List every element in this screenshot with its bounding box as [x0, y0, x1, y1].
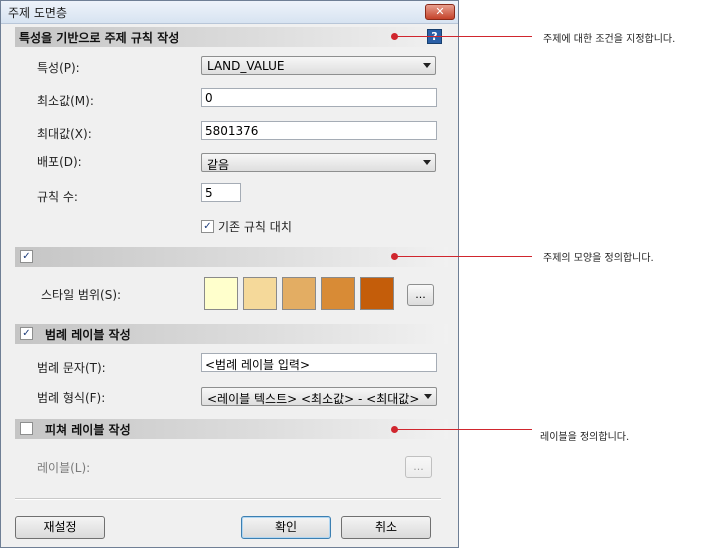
section-rules-title: 특성을 기반으로 주제 규칙 작성 — [19, 31, 180, 45]
section-legend-title: 범례 레이블 작성 — [45, 328, 131, 342]
callout-style-line — [395, 256, 532, 257]
legend-text-label: 범례 문자(T): — [37, 361, 106, 375]
thematic-layer-dialog: 주제 도면층 ✕ 특성을 기반으로 주제 규칙 작성 ? 특성(P): LAND… — [0, 0, 459, 548]
cancel-button[interactable]: 취소 — [341, 516, 431, 539]
style-range-button[interactable]: ... — [407, 284, 434, 306]
chevron-down-icon — [423, 160, 431, 165]
feature-label-label: 레이블(L): — [37, 461, 91, 475]
section-rules-header: 특성을 기반으로 주제 규칙 작성 ? — [15, 27, 448, 47]
legend-text-value: <범례 레이블 입력> — [205, 358, 311, 372]
close-button[interactable]: ✕ — [425, 4, 455, 20]
rule-count-value: 5 — [205, 186, 213, 200]
distribution-select[interactable]: 같음 — [201, 153, 436, 172]
style-range-label: 스타일 범위(S): — [41, 288, 122, 302]
section-style-header: ✓ — [15, 247, 448, 267]
callout-rules-line — [395, 36, 532, 37]
callout-labels-text: 레이블을 정의합니다. — [540, 432, 630, 443]
swatch-5[interactable] — [360, 277, 394, 310]
close-icon: ✕ — [435, 5, 445, 18]
swatch-2[interactable] — [243, 277, 277, 310]
section-feature-title: 피쳐 레이블 작성 — [45, 423, 131, 437]
footer-divider — [15, 498, 441, 500]
legend-section-checkbox[interactable]: ✓ — [20, 327, 33, 340]
callout-labels-line — [395, 429, 532, 430]
max-input[interactable]: 5801376 — [201, 121, 437, 140]
property-value: LAND_VALUE — [207, 59, 285, 73]
feature-label-button[interactable]: ... — [405, 456, 432, 478]
window-title: 주제 도면층 — [8, 6, 68, 20]
legend-format-select[interactable]: <레이블 텍스트> <최소값> - <최대값> — [201, 387, 437, 406]
max-label: 최대값(X): — [37, 127, 92, 141]
feature-section-checkbox[interactable] — [20, 422, 33, 435]
min-label: 최소값(M): — [37, 94, 94, 108]
property-label: 특성(P): — [37, 61, 80, 75]
legend-format-label: 범례 형식(F): — [37, 391, 106, 405]
reset-button[interactable]: 재설정 — [15, 516, 105, 539]
property-select[interactable]: LAND_VALUE — [201, 56, 436, 75]
max-value: 5801376 — [205, 124, 259, 138]
replace-rules-label: 기존 규칙 대치 — [218, 220, 292, 234]
callout-rules-text: 주제에 대한 조건을 지정합니다. — [543, 34, 676, 45]
swatch-4[interactable] — [321, 277, 355, 310]
distribution-value: 같음 — [207, 158, 230, 172]
legend-format-value: <레이블 텍스트> <최소값> - <최대값> — [207, 392, 420, 406]
section-legend-header: ✓ 범례 레이블 작성 — [15, 324, 448, 344]
chevron-down-icon — [423, 63, 431, 68]
chevron-down-icon — [424, 394, 432, 399]
style-section-checkbox[interactable]: ✓ — [20, 250, 33, 263]
ok-button[interactable]: 확인 — [241, 516, 331, 539]
distribution-label: 배포(D): — [37, 155, 82, 169]
min-input[interactable]: 0 — [201, 88, 437, 107]
swatch-3[interactable] — [282, 277, 316, 310]
swatch-1[interactable] — [204, 277, 238, 310]
legend-text-input[interactable]: <범례 레이블 입력> — [201, 353, 437, 372]
replace-rules-checkbox[interactable]: ✓ — [201, 220, 214, 233]
section-feature-header: 피쳐 레이블 작성 — [15, 419, 448, 439]
title-bar[interactable]: 주제 도면층 ✕ — [1, 1, 458, 24]
min-value: 0 — [205, 91, 213, 105]
callout-style-text: 주제의 모양을 정의합니다. — [543, 253, 654, 264]
rule-count-label: 규칙 수: — [37, 190, 78, 204]
rule-count-input[interactable]: 5 — [201, 183, 241, 202]
